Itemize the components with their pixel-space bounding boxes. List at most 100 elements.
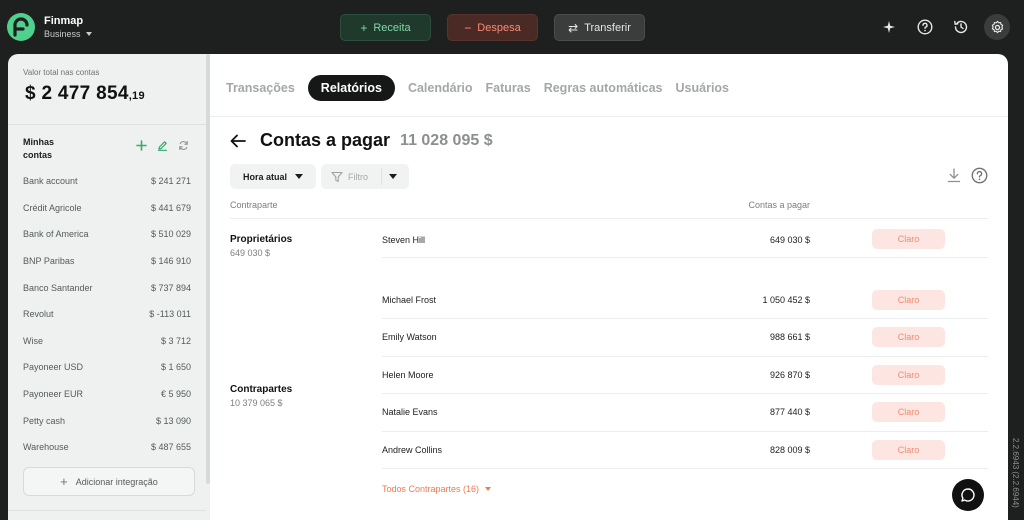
account-row[interactable]: Petty cash $ 13 090 xyxy=(23,407,191,434)
column-header-payable: Contas a pagar xyxy=(748,200,810,210)
filter-button[interactable]: Filtro xyxy=(321,164,409,189)
account-name: Wise xyxy=(23,335,43,346)
group-subtotal: 10 379 065 $ xyxy=(230,398,283,408)
clear-badge-button[interactable]: Claro xyxy=(872,327,945,347)
account-row[interactable]: Revolut $ -113 011 xyxy=(23,301,191,328)
account-balance: $ 241 271 xyxy=(150,176,191,187)
plus-icon xyxy=(136,140,147,151)
accounts-title: Minhas contas xyxy=(23,137,55,160)
tab-transactions[interactable]: Transações xyxy=(226,75,295,101)
total-balance-label: Valor total nas contas xyxy=(23,68,100,77)
account-name: BNP Paribas xyxy=(23,256,75,267)
clear-badge-button[interactable]: Claro xyxy=(872,440,945,460)
counterparty-name[interactable]: Emily Watson xyxy=(382,332,437,342)
transfer-label: Transferir xyxy=(584,21,631,34)
payable-amount: 926 870 $ xyxy=(769,370,810,380)
support-chat-button[interactable] xyxy=(952,479,984,511)
payable-amount: 988 661 $ xyxy=(769,332,810,342)
account-row[interactable]: Wise $ 3 712 xyxy=(23,328,191,355)
history-button[interactable] xyxy=(948,14,974,40)
tab-calendar[interactable]: Calendário xyxy=(408,75,473,101)
chevron-down-icon[interactable] xyxy=(389,174,397,179)
account-balance: $ 441 679 xyxy=(150,202,191,213)
tab-auto-rules[interactable]: Regras automáticas xyxy=(544,75,663,101)
help-button[interactable] xyxy=(912,14,938,40)
history-icon xyxy=(954,20,968,34)
plan-selector[interactable]: Business xyxy=(44,28,92,40)
payable-amount: 877 440 $ xyxy=(769,407,810,417)
app-name: Finmap xyxy=(44,15,84,27)
counterparty-name[interactable]: Helen Moore xyxy=(382,370,434,380)
total-currency: $ xyxy=(25,83,36,104)
account-row[interactable]: Bank of America $ 510 029 xyxy=(23,221,191,248)
account-row[interactable]: Payoneer USD $ 1 650 xyxy=(23,354,191,381)
account-balance: $ 13 090 xyxy=(155,415,191,426)
add-income-button[interactable]: + Receita xyxy=(340,14,431,41)
show-all-counterparties-link[interactable]: Todos Contrapartes (16) xyxy=(382,484,492,494)
account-name: Bank account xyxy=(23,176,78,187)
add-integration-button[interactable]: + Adicionar integração xyxy=(23,467,195,496)
account-balance: $ 737 894 xyxy=(150,282,191,293)
main-panel: Transações Relatórios Calendário Faturas… xyxy=(210,54,1008,520)
period-dropdown[interactable]: Hora atual xyxy=(230,164,316,189)
account-name: Banco Santander xyxy=(23,282,93,293)
account-name: Warehouse xyxy=(23,442,69,453)
divider xyxy=(382,257,988,258)
tab-invoices[interactable]: Faturas xyxy=(486,75,531,101)
clear-badge-button[interactable]: Claro xyxy=(872,365,945,385)
section-tabs: Transações Relatórios Calendário Faturas… xyxy=(226,75,742,101)
top-bar: Finmap Business + Receita − Despesa ⇄ Tr… xyxy=(0,0,1024,54)
account-row[interactable]: Crédit Agricole $ 441 679 xyxy=(23,195,191,222)
divider xyxy=(382,356,988,357)
divider xyxy=(210,116,1008,117)
counterparty-name[interactable]: Andrew Collins xyxy=(382,445,442,455)
refresh-accounts-button[interactable] xyxy=(178,140,189,151)
total-balance-value: $ 2 477 854,19 xyxy=(25,83,145,105)
divider xyxy=(230,218,988,219)
account-balance: $ 487 655 xyxy=(150,442,191,453)
edit-accounts-button[interactable] xyxy=(157,140,168,151)
group-subtotal: 649 030 $ xyxy=(230,248,271,258)
app-version: 2.2.6943 (2.2.6944) xyxy=(1011,438,1020,508)
download-icon xyxy=(947,168,961,183)
sparkle-button[interactable] xyxy=(876,14,902,40)
filter-label: Filtro xyxy=(348,171,368,182)
tab-users[interactable]: Usuários xyxy=(676,75,730,101)
account-name: Revolut xyxy=(23,309,54,320)
sparkle-icon xyxy=(883,21,895,33)
clear-badge-button[interactable]: Claro xyxy=(872,402,945,422)
account-row[interactable]: Warehouse $ 487 655 xyxy=(23,434,191,461)
total-cents: ,19 xyxy=(128,90,145,102)
report-help-button[interactable] xyxy=(971,167,988,184)
chevron-down-icon xyxy=(295,174,303,179)
chevron-down-icon xyxy=(85,32,92,36)
counterparty-name[interactable]: Michael Frost xyxy=(382,295,436,305)
add-expense-button[interactable]: − Despesa xyxy=(447,14,538,41)
counterparty-name[interactable]: Steven Hill xyxy=(382,235,425,245)
download-button[interactable] xyxy=(947,168,961,183)
clear-badge-button[interactable]: Claro xyxy=(872,290,945,310)
divider xyxy=(382,468,988,469)
accounts-list: Bank account $ 241 271 Crédit Agricole $ 4… xyxy=(23,168,191,461)
account-row[interactable]: Bank account $ 241 271 xyxy=(23,168,191,195)
brand[interactable]: Finmap Business xyxy=(6,12,92,42)
show-all-label: Todos Contrapartes (16) xyxy=(382,484,480,494)
account-balance: € 5 950 xyxy=(160,389,191,400)
chevron-down-icon xyxy=(485,487,492,491)
settings-button[interactable] xyxy=(984,14,1010,40)
account-name: Petty cash xyxy=(23,415,66,426)
account-row[interactable]: BNP Paribas $ 146 910 xyxy=(23,248,191,275)
account-row[interactable]: Banco Santander $ 737 894 xyxy=(23,274,191,301)
back-button[interactable] xyxy=(230,134,246,148)
add-account-button[interactable] xyxy=(136,140,147,151)
add-expense-label: Despesa xyxy=(477,21,521,34)
counterparty-name[interactable]: Natalie Evans xyxy=(382,407,438,417)
clear-badge-button[interactable]: Claro xyxy=(872,229,945,249)
divider xyxy=(8,510,206,511)
add-income-label: Receita xyxy=(373,21,411,34)
transfer-button[interactable]: ⇄ Transferir xyxy=(554,14,645,41)
account-row[interactable]: Payoneer EUR € 5 950 xyxy=(23,381,191,408)
tab-reports[interactable]: Relatórios xyxy=(307,75,395,101)
period-label: Hora atual xyxy=(242,171,287,182)
add-integration-label: Adicionar integração xyxy=(75,476,158,487)
